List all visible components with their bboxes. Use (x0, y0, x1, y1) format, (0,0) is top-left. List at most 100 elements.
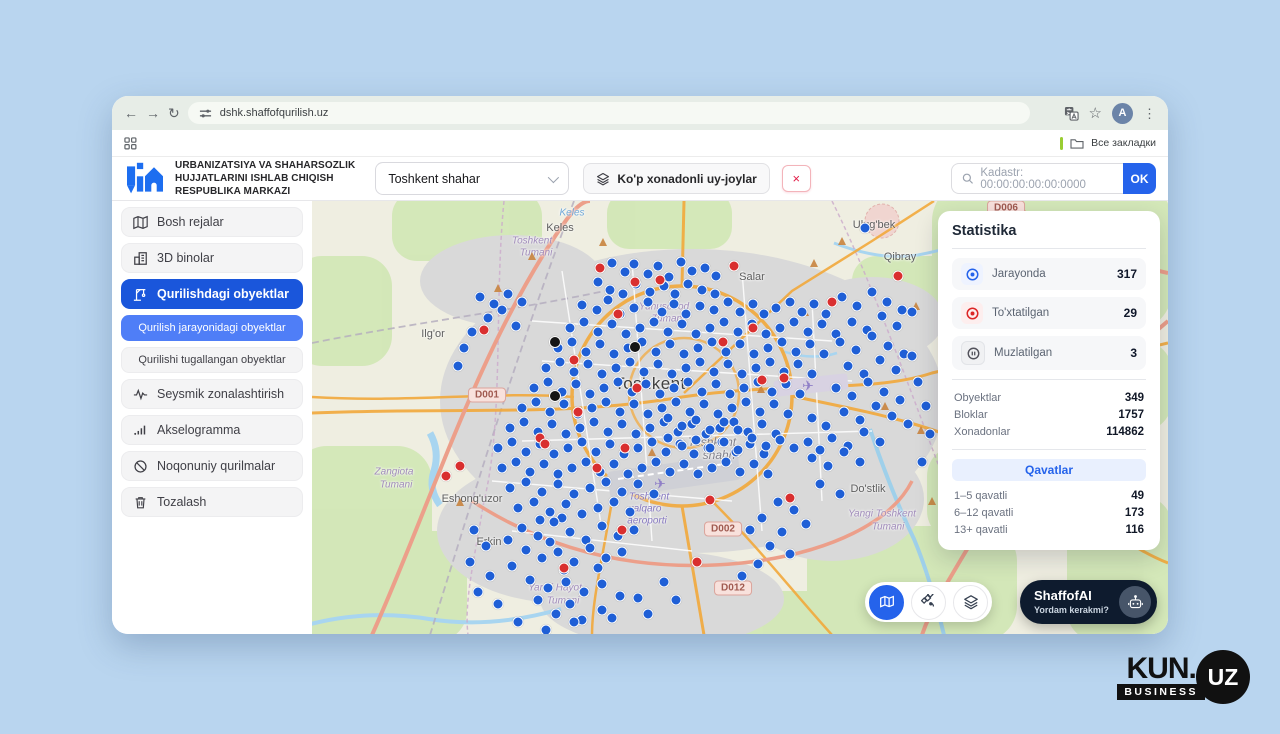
shaffofai-assistant[interactable]: ShaffofAI Yordam kerakmi? (1020, 580, 1157, 624)
sidebar-item-tozalash[interactable]: Tozalash (121, 487, 303, 517)
map-canvas[interactable]: KelesKelesToshkentTumaniSalarUlug'bekQib… (312, 201, 1168, 634)
map-marker-blue[interactable] (705, 443, 716, 454)
map-marker-blue[interactable] (569, 617, 580, 628)
map-marker-blue[interactable] (879, 387, 890, 398)
map-marker-blue[interactable] (643, 297, 654, 308)
map-marker-red[interactable] (479, 325, 490, 336)
map-marker-blue[interactable] (803, 327, 814, 338)
map-marker-blue[interactable] (821, 421, 832, 432)
map-marker-blue[interactable] (709, 367, 720, 378)
map-marker-blue[interactable] (697, 387, 708, 398)
map-marker-blue[interactable] (665, 339, 676, 350)
map-marker-blue[interactable] (577, 509, 588, 520)
map-marker-blue[interactable] (541, 363, 552, 374)
sidebar-item-akselogramma[interactable]: Akselogramma (121, 415, 303, 445)
map-marker-blue[interactable] (875, 437, 886, 448)
map-marker-blue[interactable] (593, 277, 604, 288)
map-marker-blue[interactable] (505, 483, 516, 494)
map-marker-blue[interactable] (593, 563, 604, 574)
map-marker-blue[interactable] (663, 413, 674, 424)
map-marker-blue[interactable] (676, 257, 687, 268)
map-marker-blue[interactable] (633, 593, 644, 604)
map-marker-blue[interactable] (775, 323, 786, 334)
map-marker-blue[interactable] (597, 579, 608, 590)
sidebar-item-seysmik[interactable]: Seysmik zonalashtirish (121, 379, 303, 409)
map-marker-blue[interactable] (721, 457, 732, 468)
map-marker-blue[interactable] (748, 299, 759, 310)
clear-filter-button[interactable]: × (782, 165, 811, 192)
sidebar-item-3d-binolar[interactable]: 3D binolar (121, 243, 303, 273)
map-marker-blue[interactable] (903, 419, 914, 430)
map-marker-blue[interactable] (561, 499, 572, 510)
map-marker-blue[interactable] (847, 391, 858, 402)
map-marker-blue[interactable] (771, 303, 782, 314)
map-marker-blue[interactable] (777, 337, 788, 348)
map-marker-blue[interactable] (511, 457, 522, 468)
map-marker-red[interactable] (569, 355, 580, 366)
map-marker-blue[interactable] (733, 445, 744, 456)
map-marker-blue[interactable] (727, 403, 738, 414)
map-marker-blue[interactable] (621, 329, 632, 340)
map-marker-blue[interactable] (707, 463, 718, 474)
map-view-button[interactable] (869, 585, 904, 620)
map-marker-blue[interactable] (867, 287, 878, 298)
map-marker-blue[interactable] (577, 437, 588, 448)
map-marker-blue[interactable] (719, 417, 730, 428)
map-marker-blue[interactable] (618, 289, 629, 300)
map-marker-blue[interactable] (549, 449, 560, 460)
qavatlar-header[interactable]: Qavatlar (952, 459, 1146, 481)
map-marker-blue[interactable] (521, 447, 532, 458)
sidebar-item-bosh-rejalar[interactable]: Bosh rejalar (121, 207, 303, 237)
map-marker-red[interactable] (620, 443, 631, 454)
map-marker-red[interactable] (455, 461, 466, 472)
map-marker-blue[interactable] (565, 527, 576, 538)
map-marker-blue[interactable] (892, 321, 903, 332)
map-marker-blue[interactable] (639, 367, 650, 378)
map-marker-blue[interactable] (809, 299, 820, 310)
map-marker-blue[interactable] (539, 459, 550, 470)
map-marker-blue[interactable] (737, 571, 748, 582)
map-marker-blue[interactable] (819, 349, 830, 360)
map-marker-blue[interactable] (553, 479, 564, 490)
map-marker-blue[interactable] (677, 421, 688, 432)
map-marker-blue[interactable] (517, 523, 528, 534)
map-marker-blue[interactable] (777, 527, 788, 538)
map-marker-blue[interactable] (807, 413, 818, 424)
translate-icon[interactable] (1064, 106, 1079, 121)
map-marker-blue[interactable] (687, 266, 698, 277)
map-marker-blue[interactable] (683, 377, 694, 388)
map-marker-blue[interactable] (620, 267, 631, 278)
map-marker-blue[interactable] (795, 389, 806, 400)
map-marker-blue[interactable] (745, 525, 756, 536)
map-marker-blue[interactable] (689, 449, 700, 460)
map-marker-blue[interactable] (791, 347, 802, 358)
map-marker-blue[interactable] (635, 323, 646, 334)
map-marker-blue[interactable] (617, 487, 628, 498)
map-marker-blue[interactable] (565, 599, 576, 610)
map-marker-blue[interactable] (883, 341, 894, 352)
map-marker-blue[interactable] (925, 429, 936, 440)
map-marker-blue[interactable] (605, 439, 616, 450)
map-marker-blue[interactable] (759, 309, 770, 320)
map-marker-blue[interactable] (511, 321, 522, 332)
map-marker-blue[interactable] (815, 445, 826, 456)
map-marker-blue[interactable] (735, 339, 746, 350)
map-marker-blue[interactable] (497, 305, 508, 316)
map-marker-blue[interactable] (555, 357, 566, 368)
map-marker-blue[interactable] (595, 339, 606, 350)
map-marker-blue[interactable] (801, 519, 812, 530)
map-marker-blue[interactable] (875, 355, 886, 366)
map-marker-blue[interactable] (815, 479, 826, 490)
map-marker-blue[interactable] (719, 437, 730, 448)
map-marker-blue[interactable] (737, 369, 748, 380)
map-marker-blue[interactable] (721, 347, 732, 358)
map-marker-blue[interactable] (753, 559, 764, 570)
map-marker-blue[interactable] (453, 361, 464, 372)
map-marker-red[interactable] (757, 375, 768, 386)
map-marker-blue[interactable] (695, 301, 706, 312)
map-marker-blue[interactable] (827, 433, 838, 444)
map-marker-blue[interactable] (575, 423, 586, 434)
map-marker-blue[interactable] (563, 443, 574, 454)
map-marker-blue[interactable] (755, 407, 766, 418)
map-marker-blue[interactable] (553, 547, 564, 558)
